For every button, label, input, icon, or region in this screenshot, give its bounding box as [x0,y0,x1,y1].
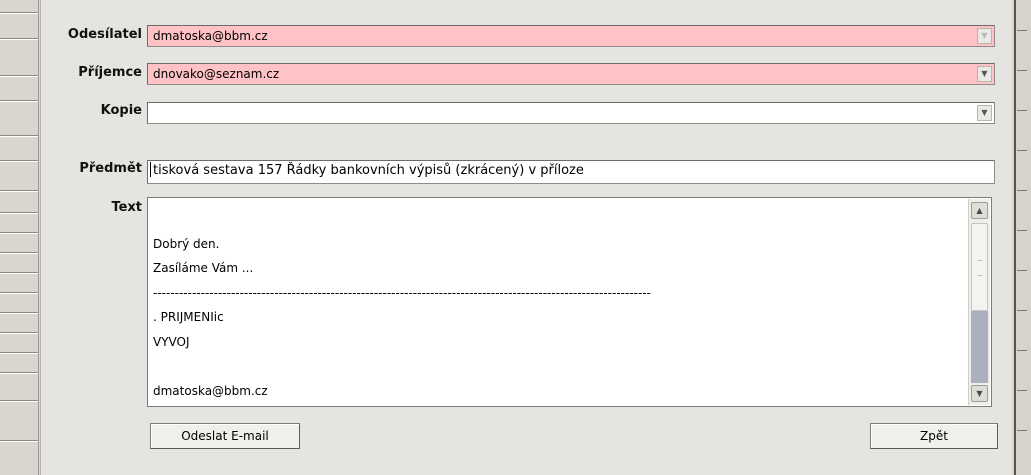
message-line [153,354,965,379]
message-line: Dobrý den. [153,236,220,251]
recipient-value: dnovako@seznam.cz [153,67,280,81]
sender-value: dmatoska@bbm.cz [153,29,268,43]
left-ruler [0,0,40,475]
sender-field[interactable]: dmatoska@bbm.cz ▼ [147,25,995,47]
message-line: dmatoska@bbm.cz [153,383,268,398]
chevron-down-icon[interactable]: ▼ [977,66,992,82]
message-content: Dobrý den. Zasíláme Vám ... ------------… [153,207,965,403]
send-email-button[interactable]: Odeslat E-mail [150,423,300,449]
subject-label: Předmět [79,161,142,176]
subject-value: tisková sestava 157 Řádky bankovních výp… [153,163,584,178]
back-button[interactable]: Zpět [870,423,998,449]
arrow-down-icon[interactable]: ▼ [971,385,988,402]
right-edge [1012,0,1031,475]
message-line: ----------------------------------------… [153,285,651,300]
scrollbar-track[interactable] [971,311,988,383]
text-label: Text [111,200,142,215]
recipient-field[interactable]: dnovako@seznam.cz ▼ [147,63,995,85]
text-cursor [150,162,151,177]
message-line [153,207,965,232]
message-line: . PRIJMENIic [153,310,224,324]
message-textarea[interactable]: Dobrý den. Zasíláme Vám ... ------------… [147,197,992,407]
copy-field[interactable]: ▼ [147,102,995,124]
scrollbar-thumb[interactable] [971,223,988,311]
arrow-up-icon[interactable]: ▲ [971,202,988,219]
copy-label: Kopie [100,103,142,118]
sender-label: Odesílatel [67,27,142,42]
message-line: VYVOJ [153,334,190,349]
message-line: Zasíláme Vám ... [153,261,254,275]
chevron-down-icon: ▼ [977,28,992,44]
message-scrollbar[interactable]: ▲ ▼ [968,199,990,405]
recipient-label: Příjemce [78,65,142,80]
subject-input[interactable]: tisková sestava 157 Řádky bankovních výp… [147,160,995,184]
chevron-down-icon[interactable]: ▼ [977,105,992,121]
